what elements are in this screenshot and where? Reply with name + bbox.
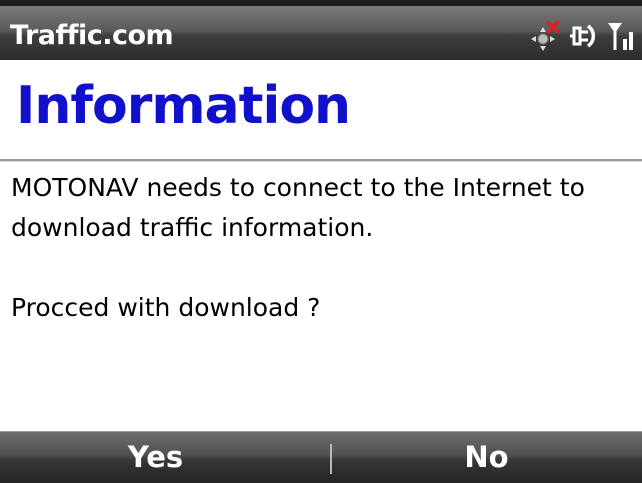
connection-icon[interactable]	[566, 19, 602, 53]
app-title: Traffic.com	[10, 20, 174, 51]
title-bar: Traffic.com	[0, 0, 642, 60]
no-softkey-label: No	[464, 440, 509, 474]
gps-error-icon[interactable]	[528, 19, 562, 53]
message-line-1: MOTONAV needs to connect to the Internet…	[11, 173, 585, 202]
no-softkey[interactable]: No	[321, 432, 642, 483]
heading-divider	[0, 159, 642, 162]
yes-softkey[interactable]: Yes	[0, 432, 321, 483]
message-line-2: download traffic information.	[11, 213, 374, 242]
dialog-heading: Information	[16, 76, 351, 136]
dialog-message: MOTONAV needs to connect to the Internet…	[11, 168, 636, 328]
signal-icon[interactable]	[606, 19, 636, 53]
status-icons	[528, 16, 636, 56]
download-prompt: Procced with download ?	[11, 293, 321, 322]
phone-screen: Traffic.com Information MOTONAV needs to…	[0, 0, 642, 483]
yes-softkey-label: Yes	[127, 440, 184, 474]
softkey-bar: Yes No	[0, 431, 642, 483]
